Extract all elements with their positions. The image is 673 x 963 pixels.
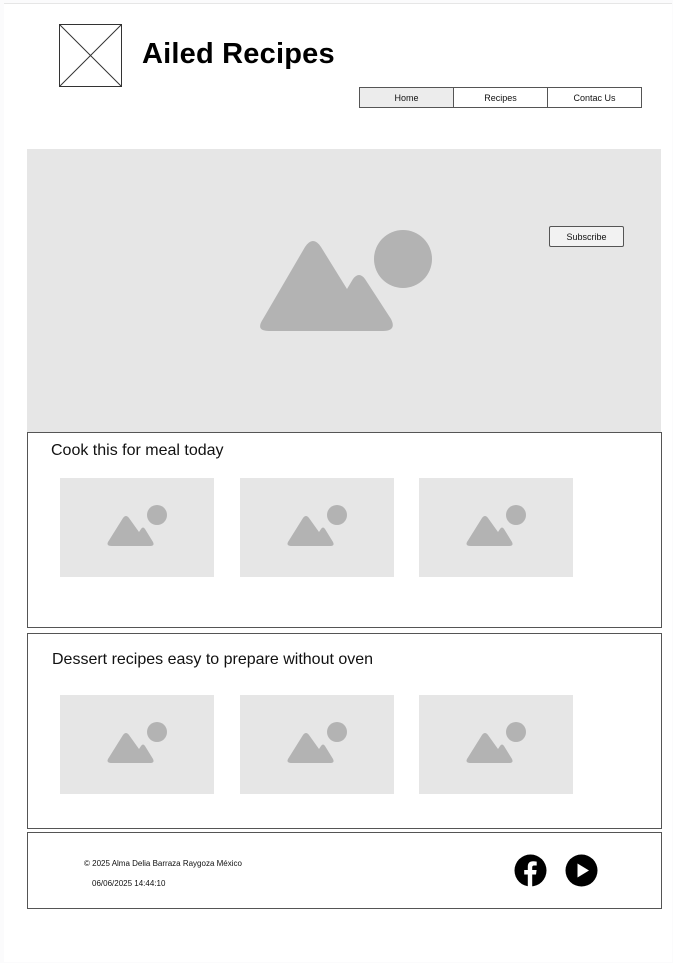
nav-home-button[interactable]: Home	[359, 87, 454, 108]
recipe-card[interactable]	[240, 478, 394, 577]
timestamp-text: 06/06/2025 14:44:10	[92, 879, 166, 888]
image-placeholder-icon	[466, 722, 526, 763]
recipe-card[interactable]	[419, 695, 573, 794]
copyright-text: © 2025 Alma Delia Barraza Raygoza México	[84, 859, 242, 868]
main-nav: Home Recipes Contac Us	[359, 87, 642, 108]
image-placeholder-icon	[466, 505, 526, 546]
page: Ailed Recipes Home Recipes Contac Us Sub…	[4, 3, 672, 962]
subscribe-button[interactable]: Subscribe	[549, 226, 624, 247]
image-placeholder-icon	[107, 722, 167, 763]
section-meal-today: Cook this for meal today	[27, 432, 662, 628]
site-title: Ailed Recipes	[142, 38, 335, 70]
section-desserts: Dessert recipes easy to prepare without …	[27, 633, 662, 829]
recipe-card[interactable]	[240, 695, 394, 794]
image-placeholder-icon	[287, 722, 347, 763]
facebook-icon[interactable]	[514, 854, 547, 887]
image-placeholder-icon	[287, 505, 347, 546]
logo-placeholder-icon	[59, 24, 122, 87]
recipe-card[interactable]	[60, 695, 214, 794]
recipe-card[interactable]	[419, 478, 573, 577]
nav-recipes-button[interactable]: Recipes	[454, 87, 548, 108]
youtube-play-icon[interactable]	[565, 854, 598, 887]
section-title: Dessert recipes easy to prepare without …	[52, 651, 374, 668]
image-placeholder-icon	[107, 505, 167, 546]
hero-banner: Subscribe	[27, 149, 661, 432]
section-title: Cook this for meal today	[51, 442, 224, 459]
footer: © 2025 Alma Delia Barraza Raygoza México…	[27, 832, 662, 909]
nav-contact-button[interactable]: Contac Us	[548, 87, 642, 108]
recipe-card[interactable]	[60, 478, 214, 577]
hero-image-placeholder-icon	[260, 230, 432, 331]
